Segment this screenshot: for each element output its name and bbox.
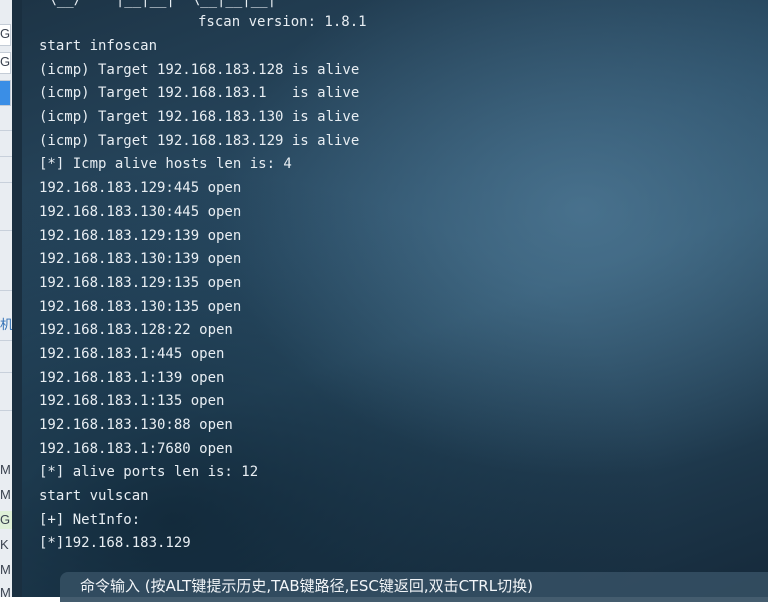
strip-text-5: M <box>0 487 11 502</box>
strip-text-7: K <box>0 537 9 552</box>
strip-text-1: G <box>0 26 11 41</box>
output-line: 192.168.183.130:135 open <box>39 298 242 315</box>
strip-text-8: M <box>0 562 11 577</box>
output-line: [*]192.168.183.129 <box>39 535 191 552</box>
strip-divider <box>0 230 12 231</box>
strip-divider <box>0 410 12 411</box>
output-line: 192.168.183.129:445 open <box>39 180 242 197</box>
strip-selected-row <box>0 80 11 106</box>
output-line: 192.168.183.1:135 open <box>39 393 225 410</box>
output-line: 192.168.183.1:139 open <box>39 369 225 386</box>
ascii-banner: \__/ |__|__| \__|__|__| <box>40 0 293 8</box>
output-line: (icmp) Target 192.168.183.1 is alive <box>39 85 360 102</box>
strip-text-2: G <box>0 54 11 69</box>
version-line: fscan version: 1.8.1 <box>198 14 367 30</box>
output-line: 192.168.183.130:445 open <box>39 203 242 220</box>
command-input-hint: 命令输入 (按ALT键提示历史,TAB键路径,ESC键返回,双击CTRL切换) <box>80 577 533 595</box>
output-line: [*] alive ports len is: 12 <box>39 464 259 481</box>
strip-text-9: M <box>0 585 11 597</box>
strip-divider <box>0 182 12 183</box>
output-line: 192.168.183.130:139 open <box>39 251 242 268</box>
terminal-output: start infoscan (icmp) Target 192.168.183… <box>39 35 359 556</box>
output-line: [+] NetInfo: <box>39 511 141 528</box>
command-input-bar[interactable]: 命令输入 (按ALT键提示历史,TAB键路径,ESC键返回,双击CTRL切换) <box>60 572 768 602</box>
output-line: (icmp) Target 192.168.183.129 is alive <box>39 132 360 149</box>
strip-divider <box>0 340 12 341</box>
output-line: [*] Icmp alive hosts len is: 4 <box>39 156 292 173</box>
output-line: (icmp) Target 192.168.183.130 is alive <box>39 109 360 126</box>
strip-text-6: G <box>0 511 12 529</box>
output-line: 192.168.183.128:22 open <box>39 322 233 339</box>
output-line: 192.168.183.1:7680 open <box>39 440 233 457</box>
strip-text-4: M <box>0 462 11 477</box>
output-line: start infoscan <box>39 38 158 54</box>
strip-text-3: 机 <box>0 317 12 332</box>
output-line: 192.168.183.129:139 open <box>39 227 242 244</box>
terminal-gutter <box>12 0 22 597</box>
strip-divider <box>0 372 12 373</box>
output-line: (icmp) Target 192.168.183.128 is alive <box>39 61 360 78</box>
output-line: 192.168.183.1:445 open <box>39 345 225 362</box>
output-line: 192.168.183.130:88 open <box>39 417 233 433</box>
strip-divider <box>0 290 12 291</box>
output-line: start vulscan <box>39 488 149 505</box>
output-line: 192.168.183.129:135 open <box>39 274 242 291</box>
strip-divider <box>0 130 12 131</box>
strip-divider <box>0 156 12 157</box>
